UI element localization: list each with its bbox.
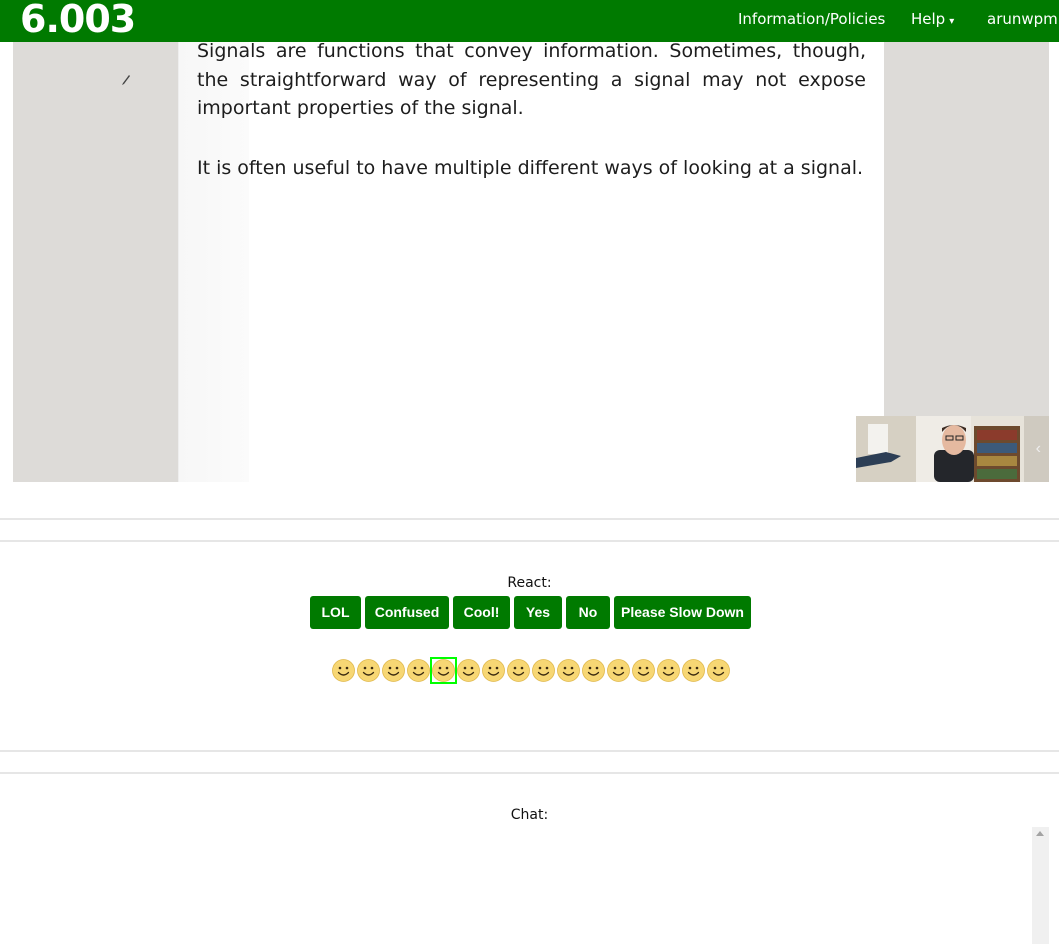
nav-information-policies-label: Information/Policies	[738, 10, 886, 28]
smiley-face-icon	[331, 658, 356, 683]
nav-user-label: arunwpm	[987, 10, 1058, 28]
smiley-face-icon	[456, 658, 481, 683]
chevron-left-icon[interactable]: ‹	[1036, 440, 1041, 458]
scroll-up-arrow-icon[interactable]	[1036, 831, 1044, 836]
nav-user-dropdown[interactable]: arunwpm▾	[987, 10, 1059, 28]
divider	[0, 750, 1059, 752]
react-confused-button[interactable]: Confused	[365, 596, 449, 629]
slide-paragraph: It is often useful to have multiple diff…	[197, 157, 864, 179]
smiley-face-icon	[656, 658, 681, 683]
top-navbar: 6.003 Information/Policies Help ▾ arunwpm…	[0, 0, 1059, 42]
smiley-face-icon	[606, 658, 631, 683]
nav-help-label: Help	[911, 10, 946, 28]
chat-label: Chat:	[510, 807, 549, 823]
caret-down-icon: ▾	[949, 16, 955, 27]
smiley-face-icon	[556, 658, 581, 683]
smiley-face-icon	[356, 658, 381, 683]
lecturer-video[interactable]: ‹	[856, 416, 1049, 482]
smiley-face-icon	[531, 658, 556, 683]
react-lol-button[interactable]: LOL	[310, 596, 361, 629]
divider	[0, 772, 1059, 774]
divider	[0, 540, 1059, 542]
smiley-face-icon	[506, 658, 531, 683]
course-title[interactable]: 6.003	[20, 0, 136, 41]
react-no-button[interactable]: No	[566, 596, 610, 629]
slide-page: Signals are functions that convey inform…	[178, 40, 884, 482]
smiley-face-icon	[681, 658, 706, 683]
smiley-face-icon	[381, 658, 406, 683]
video-frame-image	[856, 416, 1049, 482]
chat-scrollbar[interactable]	[1032, 827, 1049, 944]
nav-help-dropdown[interactable]: Help ▾	[911, 10, 954, 28]
react-yes-button[interactable]: Yes	[514, 596, 562, 629]
react-slow-down-button[interactable]: Please Slow Down	[614, 596, 751, 629]
react-label: React:	[507, 575, 552, 591]
smiley-face-icon	[631, 658, 656, 683]
smiley-face-icon	[430, 657, 457, 684]
smiley-face-icon	[581, 658, 606, 683]
slide-paragraph: Signals are functions that convey inform…	[197, 40, 866, 119]
divider	[0, 518, 1059, 520]
pen-cursor-icon	[122, 75, 130, 85]
smiley-face-icon	[406, 658, 431, 683]
react-cool-button[interactable]: Cool!	[453, 596, 510, 629]
nav-information-policies[interactable]: Information/Policies	[738, 10, 885, 28]
smiley-face-icon	[706, 658, 731, 683]
smiley-face-icon	[481, 658, 506, 683]
